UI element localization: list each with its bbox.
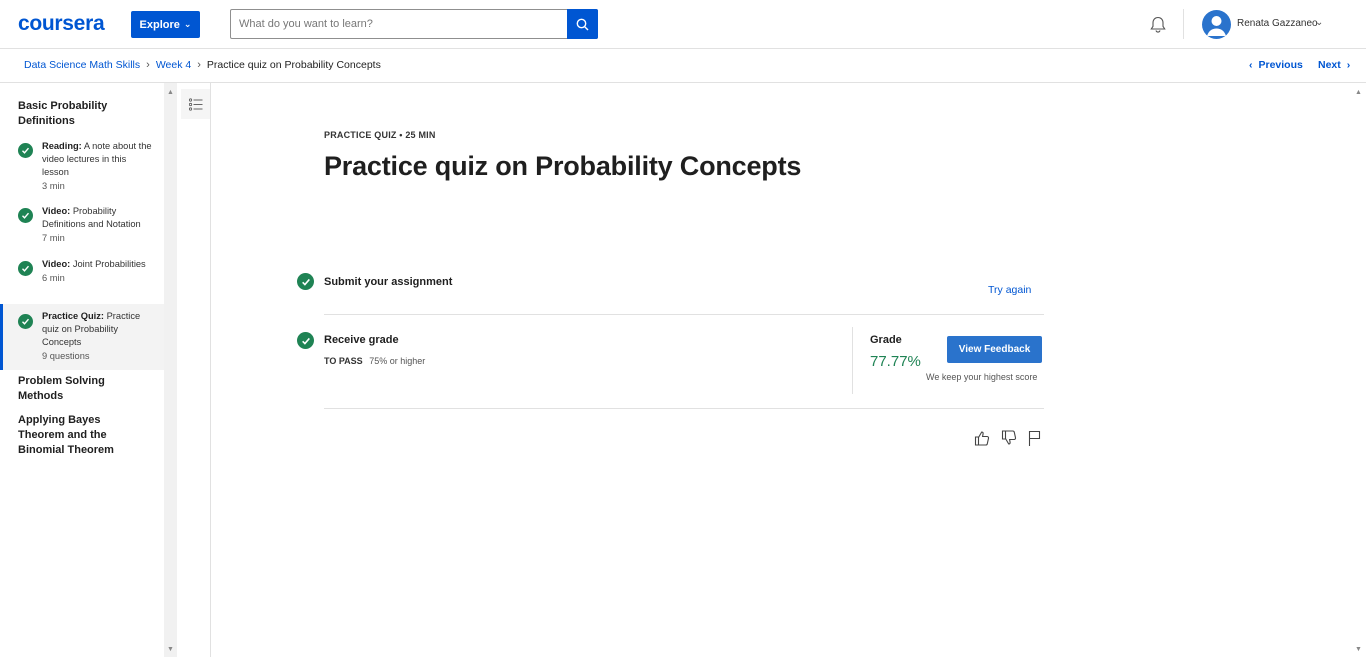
sidebar-item-text: Video: Probability Definitions and Notat… — [42, 205, 152, 245]
explore-button[interactable]: Explore ⌄ — [131, 11, 200, 38]
breadcrumb-course[interactable]: Data Science Math Skills — [24, 59, 140, 71]
item-type: Video: — [42, 206, 71, 216]
sidebar-item-reading[interactable]: Reading: A note about the video lectures… — [0, 140, 164, 192]
breadcrumb-bar: Data Science Math Skills › Week 4 › Prac… — [0, 49, 1366, 83]
chevron-left-icon: ‹ — [1249, 59, 1253, 71]
thumbs-up-icon[interactable] — [973, 429, 991, 447]
submit-complete-check-icon — [297, 273, 314, 290]
explore-label: Explore — [139, 18, 180, 31]
grade-label: Grade — [870, 334, 902, 346]
coursera-logo[interactable]: coursera — [18, 12, 105, 36]
item-eyebrow: PRACTICE QUIZ • 25 MIN — [324, 130, 436, 140]
chevron-down-icon: ⌄ — [183, 19, 192, 29]
sidebar-section-title[interactable]: Basic Probability Definitions — [18, 99, 148, 129]
scroll-up-arrow-icon[interactable]: ▲ — [167, 89, 174, 96]
completed-check-icon — [18, 208, 33, 223]
sidebar-item-video[interactable]: Video: Probability Definitions and Notat… — [0, 205, 164, 245]
outline-toggle-column — [181, 83, 211, 657]
grade-value: 77.77% — [870, 353, 921, 370]
sidebar-item-practice-quiz[interactable]: Practice Quiz: Practice quiz on Probabil… — [0, 304, 164, 370]
item-type: Practice Quiz: — [42, 311, 105, 321]
to-pass-value: 75% or higher — [369, 356, 426, 366]
scroll-down-arrow-icon[interactable]: ▼ — [1355, 646, 1362, 653]
to-pass-label: TO PASS — [324, 356, 363, 366]
search-icon — [576, 18, 589, 30]
item-type: Reading: — [42, 141, 82, 151]
list-icon — [188, 97, 202, 111]
thumbs-down-icon[interactable] — [1000, 429, 1018, 447]
breadcrumb-current: Practice quiz on Probability Concepts — [206, 59, 381, 71]
sidebar-item-text: Practice Quiz: Practice quiz on Probabil… — [42, 310, 152, 363]
toggle-outline-button[interactable] — [181, 89, 210, 119]
sidebar-item-text: Reading: A note about the video lectures… — [42, 140, 152, 193]
item-title: Joint Probabilities — [72, 259, 146, 269]
completed-check-icon — [18, 143, 33, 158]
highest-score-note: We keep your highest score — [926, 372, 1038, 382]
chevron-right-icon: › — [1346, 59, 1351, 71]
flag-icon[interactable] — [1026, 429, 1044, 447]
course-outline-sidebar: Basic Probability Definitions Reading: A… — [0, 83, 164, 657]
sidebar-section-title[interactable]: Applying Bayes Theorem and the Binomial … — [18, 413, 138, 458]
grade-divider — [852, 327, 853, 394]
view-feedback-button[interactable]: View Feedback — [947, 336, 1042, 363]
item-duration: 3 min — [42, 181, 65, 191]
sidebar-item-video[interactable]: Video: Joint Probabilities 6 min — [0, 258, 164, 298]
divider — [324, 408, 1044, 409]
search-button[interactable] — [567, 9, 598, 39]
breadcrumb-week[interactable]: Week 4 — [156, 59, 191, 71]
user-name[interactable]: Renata Gazzaneo — [1237, 18, 1318, 29]
completed-check-icon — [18, 314, 33, 329]
item-type: Video: — [42, 259, 71, 269]
breadcrumb: Data Science Math Skills › Week 4 › Prac… — [24, 59, 381, 71]
search-input[interactable] — [231, 10, 567, 38]
divider — [324, 314, 1044, 315]
main-scrollbar[interactable]: ▲ ▼ — [1352, 83, 1366, 657]
top-header: coursera Explore ⌄ Renata Gazzaneo ⌄ — [0, 0, 1366, 49]
item-duration: 9 questions — [42, 351, 90, 361]
scroll-up-arrow-icon[interactable]: ▲ — [1355, 89, 1362, 96]
item-duration: 7 min — [42, 233, 65, 243]
previous-label: Previous — [1258, 59, 1303, 71]
receive-grade-label: Receive grade — [324, 334, 399, 346]
header-divider — [1183, 9, 1184, 39]
user-avatar-icon — [1207, 16, 1226, 36]
chevron-right-icon: › — [197, 59, 201, 71]
item-duration: 6 min — [42, 273, 65, 283]
previous-button[interactable]: ‹ Previous — [1249, 59, 1303, 71]
page-title: Practice quiz on Probability Concepts — [324, 151, 802, 181]
completed-check-icon — [18, 261, 33, 276]
sidebar-scrollbar[interactable]: ▲ ▼ — [164, 83, 177, 657]
search-bar — [230, 9, 598, 39]
chevron-right-icon: › — [146, 59, 150, 71]
try-again-link[interactable]: Try again — [988, 284, 1031, 296]
to-pass-requirement: TO PASS 75% or higher — [324, 356, 425, 366]
submit-assignment-label: Submit your assignment — [324, 276, 453, 288]
avatar[interactable] — [1202, 10, 1231, 39]
scroll-down-arrow-icon[interactable]: ▼ — [167, 646, 174, 653]
next-button[interactable]: Next › — [1318, 59, 1350, 71]
receive-grade-check-icon — [297, 332, 314, 349]
sidebar-section-title[interactable]: Problem Solving Methods — [18, 374, 138, 404]
notification-bell-icon[interactable] — [1148, 15, 1168, 35]
next-label: Next — [1318, 59, 1341, 71]
sidebar-item-text: Video: Joint Probabilities 6 min — [42, 258, 152, 285]
chevron-down-icon[interactable]: ⌄ — [1315, 17, 1323, 28]
